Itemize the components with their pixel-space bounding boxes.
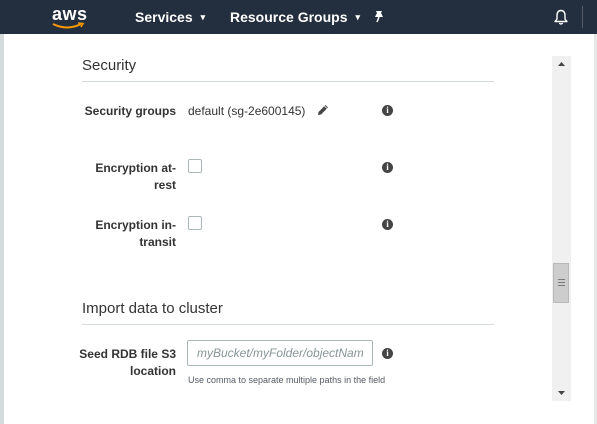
- info-icon[interactable]: i: [382, 348, 393, 359]
- encryption-at-rest-label: Encryption at-rest: [95, 161, 176, 192]
- pin-icon[interactable]: [373, 10, 385, 24]
- services-menu[interactable]: Services ▾: [135, 9, 205, 25]
- chevron-down-icon: ▾: [355, 12, 361, 22]
- info-icon[interactable]: i: [382, 219, 393, 230]
- seed-rdb-label: Seed RDB file S3 location: [79, 347, 176, 378]
- cluster-settings-panel: Security Security groups default (sg-2e6…: [4, 34, 594, 424]
- bell-icon[interactable]: [553, 9, 569, 26]
- import-section-title: Import data to cluster: [82, 300, 223, 317]
- resource-groups-menu-label: Resource Groups: [230, 9, 348, 25]
- seed-rdb-s3-input[interactable]: [187, 340, 373, 366]
- nav-divider: [582, 6, 583, 28]
- top-navigation-bar: aws Services ▾ Resource Groups ▾: [0, 0, 597, 34]
- vertical-scrollbar[interactable]: [552, 56, 571, 401]
- security-section-title: Security: [82, 57, 137, 74]
- scroll-up-arrow-icon[interactable]: [552, 56, 571, 72]
- security-groups-value: default (sg-2e600145): [188, 104, 306, 118]
- scroll-down-arrow-icon[interactable]: [552, 385, 571, 401]
- services-menu-label: Services: [135, 9, 193, 25]
- pencil-icon[interactable]: [317, 104, 329, 116]
- section-divider: [82, 81, 494, 82]
- encryption-in-transit-label: Encryption in-transit: [95, 218, 176, 249]
- info-icon[interactable]: i: [382, 162, 393, 173]
- section-divider: [82, 324, 494, 325]
- scrollbar-thumb[interactable]: [553, 263, 569, 303]
- chevron-down-icon: ▾: [200, 12, 206, 22]
- encryption-at-rest-checkbox[interactable]: [188, 159, 202, 173]
- security-groups-label: Security groups: [84, 104, 176, 118]
- aws-logo[interactable]: aws: [52, 4, 92, 31]
- aws-smile-icon: [52, 22, 85, 29]
- resource-groups-menu[interactable]: Resource Groups ▾: [230, 9, 360, 25]
- seed-rdb-hint: Use comma to separate multiple paths in …: [188, 375, 386, 385]
- encryption-in-transit-checkbox[interactable]: [188, 216, 202, 230]
- info-icon[interactable]: i: [382, 105, 393, 116]
